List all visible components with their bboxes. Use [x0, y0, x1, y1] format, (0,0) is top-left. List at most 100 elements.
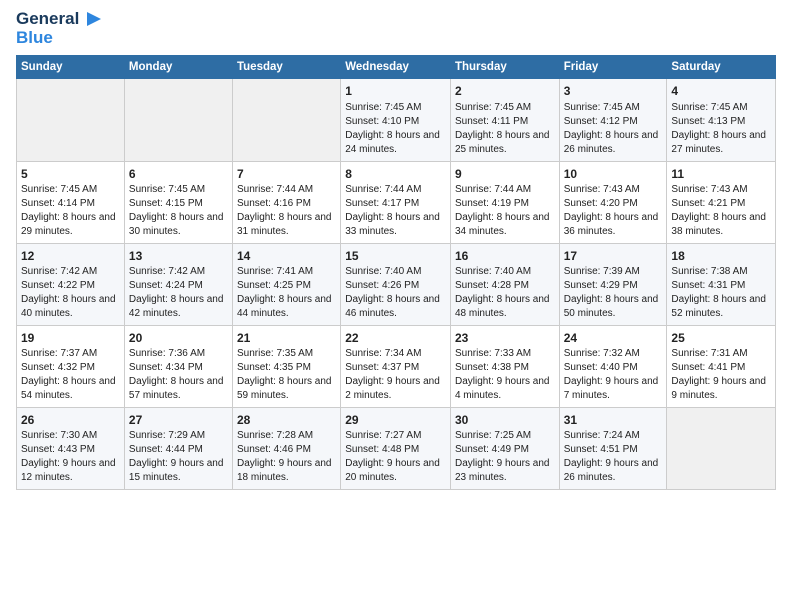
day-number: 17 [564, 248, 663, 264]
day-number: 5 [21, 166, 120, 182]
day-cell: 5Sunrise: 7:45 AM Sunset: 4:14 PM Daylig… [17, 161, 125, 243]
day-info: Sunrise: 7:41 AM Sunset: 4:25 PM Dayligh… [237, 265, 336, 321]
day-info: Sunrise: 7:43 AM Sunset: 4:20 PM Dayligh… [564, 183, 663, 239]
weekday-header-friday: Friday [559, 56, 667, 79]
day-cell: 17Sunrise: 7:39 AM Sunset: 4:29 PM Dayli… [559, 243, 667, 325]
day-number: 2 [455, 83, 555, 99]
day-number: 1 [345, 83, 446, 99]
day-cell: 12Sunrise: 7:42 AM Sunset: 4:22 PM Dayli… [17, 243, 125, 325]
day-cell [17, 79, 125, 161]
day-cell: 24Sunrise: 7:32 AM Sunset: 4:40 PM Dayli… [559, 325, 667, 407]
day-info: Sunrise: 7:29 AM Sunset: 4:44 PM Dayligh… [129, 429, 228, 485]
day-cell: 27Sunrise: 7:29 AM Sunset: 4:44 PM Dayli… [124, 408, 232, 490]
weekday-header-sunday: Sunday [17, 56, 125, 79]
logo-blue: Blue [16, 29, 101, 48]
day-cell: 3Sunrise: 7:45 AM Sunset: 4:12 PM Daylig… [559, 79, 667, 161]
day-number: 9 [455, 166, 555, 182]
day-info: Sunrise: 7:45 AM Sunset: 4:13 PM Dayligh… [671, 101, 771, 157]
day-info: Sunrise: 7:44 AM Sunset: 4:19 PM Dayligh… [455, 183, 555, 239]
day-number: 3 [564, 83, 663, 99]
day-number: 30 [455, 412, 555, 428]
day-cell: 2 Sunrise: 7:45 AM Sunset: 4:11 PM Daylig… [450, 79, 559, 161]
day-number: 6 [129, 166, 228, 182]
day-number: 24 [564, 330, 663, 346]
calendar-table: SundayMondayTuesdayWednesdayThursdayFrid… [16, 55, 776, 490]
day-cell: 30Sunrise: 7:25 AM Sunset: 4:49 PM Dayli… [450, 408, 559, 490]
day-info: Sunrise: 7:33 AM Sunset: 4:38 PM Dayligh… [455, 347, 555, 403]
day-cell: 20Sunrise: 7:36 AM Sunset: 4:34 PM Dayli… [124, 325, 232, 407]
day-info: Sunrise: 7:39 AM Sunset: 4:29 PM Dayligh… [564, 265, 663, 321]
day-cell [232, 79, 340, 161]
weekday-header-thursday: Thursday [450, 56, 559, 79]
day-cell: 13Sunrise: 7:42 AM Sunset: 4:24 PM Dayli… [124, 243, 232, 325]
day-number: 10 [564, 166, 663, 182]
day-number: 21 [237, 330, 336, 346]
week-row-5: 26Sunrise: 7:30 AM Sunset: 4:43 PM Dayli… [17, 408, 776, 490]
day-info: Sunrise: 7:44 AM Sunset: 4:16 PM Dayligh… [237, 183, 336, 239]
day-number: 23 [455, 330, 555, 346]
day-number: 29 [345, 412, 446, 428]
day-cell: 4 Sunrise: 7:45 AM Sunset: 4:13 PM Daylig… [667, 79, 776, 161]
day-info: Sunrise: 7:25 AM Sunset: 4:49 PM Dayligh… [455, 429, 555, 485]
day-number: 18 [671, 248, 771, 264]
week-row-1: 1 Sunrise: 7:45 AM Sunset: 4:10 PM Daylig… [17, 79, 776, 161]
week-row-3: 12Sunrise: 7:42 AM Sunset: 4:22 PM Dayli… [17, 243, 776, 325]
day-number: 26 [21, 412, 120, 428]
logo-text-block: General Blue [16, 10, 101, 47]
day-info: Sunrise: 7:45 AM Sunset: 4:15 PM Dayligh… [129, 183, 228, 239]
day-number: 14 [237, 248, 336, 264]
day-number: 19 [21, 330, 120, 346]
logo: General Blue [16, 10, 101, 47]
week-row-2: 5Sunrise: 7:45 AM Sunset: 4:14 PM Daylig… [17, 161, 776, 243]
day-cell: 23Sunrise: 7:33 AM Sunset: 4:38 PM Dayli… [450, 325, 559, 407]
day-cell: 6Sunrise: 7:45 AM Sunset: 4:15 PM Daylig… [124, 161, 232, 243]
page: General Blue SundayMondayTuesdayWednesda… [0, 0, 792, 612]
day-info: Sunrise: 7:28 AM Sunset: 4:46 PM Dayligh… [237, 429, 336, 485]
day-cell: 10Sunrise: 7:43 AM Sunset: 4:20 PM Dayli… [559, 161, 667, 243]
day-info: Sunrise: 7:30 AM Sunset: 4:43 PM Dayligh… [21, 429, 120, 485]
day-cell: 25Sunrise: 7:31 AM Sunset: 4:41 PM Dayli… [667, 325, 776, 407]
day-info: Sunrise: 7:38 AM Sunset: 4:31 PM Dayligh… [671, 265, 771, 321]
day-info: Sunrise: 7:35 AM Sunset: 4:35 PM Dayligh… [237, 347, 336, 403]
day-info: Sunrise: 7:45 AM Sunset: 4:10 PM Dayligh… [345, 101, 446, 157]
day-cell: 19Sunrise: 7:37 AM Sunset: 4:32 PM Dayli… [17, 325, 125, 407]
day-number: 22 [345, 330, 446, 346]
day-info: Sunrise: 7:43 AM Sunset: 4:21 PM Dayligh… [671, 183, 771, 239]
day-info: Sunrise: 7:42 AM Sunset: 4:24 PM Dayligh… [129, 265, 228, 321]
day-cell: 16Sunrise: 7:40 AM Sunset: 4:28 PM Dayli… [450, 243, 559, 325]
day-info: Sunrise: 7:36 AM Sunset: 4:34 PM Dayligh… [129, 347, 228, 403]
day-cell: 7Sunrise: 7:44 AM Sunset: 4:16 PM Daylig… [232, 161, 340, 243]
day-cell: 18Sunrise: 7:38 AM Sunset: 4:31 PM Dayli… [667, 243, 776, 325]
weekday-header-saturday: Saturday [667, 56, 776, 79]
day-number: 25 [671, 330, 771, 346]
day-number: 13 [129, 248, 228, 264]
day-info: Sunrise: 7:45 AM Sunset: 4:14 PM Dayligh… [21, 183, 120, 239]
day-cell: 26Sunrise: 7:30 AM Sunset: 4:43 PM Dayli… [17, 408, 125, 490]
header: General Blue [16, 10, 776, 47]
day-info: Sunrise: 7:40 AM Sunset: 4:26 PM Dayligh… [345, 265, 446, 321]
day-number: 20 [129, 330, 228, 346]
day-number: 15 [345, 248, 446, 264]
day-number: 8 [345, 166, 446, 182]
day-info: Sunrise: 7:40 AM Sunset: 4:28 PM Dayligh… [455, 265, 555, 321]
day-cell: 9Sunrise: 7:44 AM Sunset: 4:19 PM Daylig… [450, 161, 559, 243]
day-cell: 14Sunrise: 7:41 AM Sunset: 4:25 PM Dayli… [232, 243, 340, 325]
day-info: Sunrise: 7:27 AM Sunset: 4:48 PM Dayligh… [345, 429, 446, 485]
day-cell: 15Sunrise: 7:40 AM Sunset: 4:26 PM Dayli… [341, 243, 451, 325]
day-cell: 28Sunrise: 7:28 AM Sunset: 4:46 PM Dayli… [232, 408, 340, 490]
day-cell: 1 Sunrise: 7:45 AM Sunset: 4:10 PM Daylig… [341, 79, 451, 161]
day-info: Sunrise: 7:34 AM Sunset: 4:37 PM Dayligh… [345, 347, 446, 403]
weekday-header-wednesday: Wednesday [341, 56, 451, 79]
day-info: Sunrise: 7:45 AM Sunset: 4:11 PM Dayligh… [455, 101, 555, 157]
logo-arrow-icon [83, 10, 101, 28]
day-number: 28 [237, 412, 336, 428]
day-info: Sunrise: 7:31 AM Sunset: 4:41 PM Dayligh… [671, 347, 771, 403]
day-number: 16 [455, 248, 555, 264]
week-row-4: 19Sunrise: 7:37 AM Sunset: 4:32 PM Dayli… [17, 325, 776, 407]
day-cell: 22Sunrise: 7:34 AM Sunset: 4:37 PM Dayli… [341, 325, 451, 407]
weekday-header-row: SundayMondayTuesdayWednesdayThursdayFrid… [17, 56, 776, 79]
day-number: 4 [671, 83, 771, 99]
day-number: 12 [21, 248, 120, 264]
logo-general: General [16, 10, 79, 29]
day-info: Sunrise: 7:37 AM Sunset: 4:32 PM Dayligh… [21, 347, 120, 403]
